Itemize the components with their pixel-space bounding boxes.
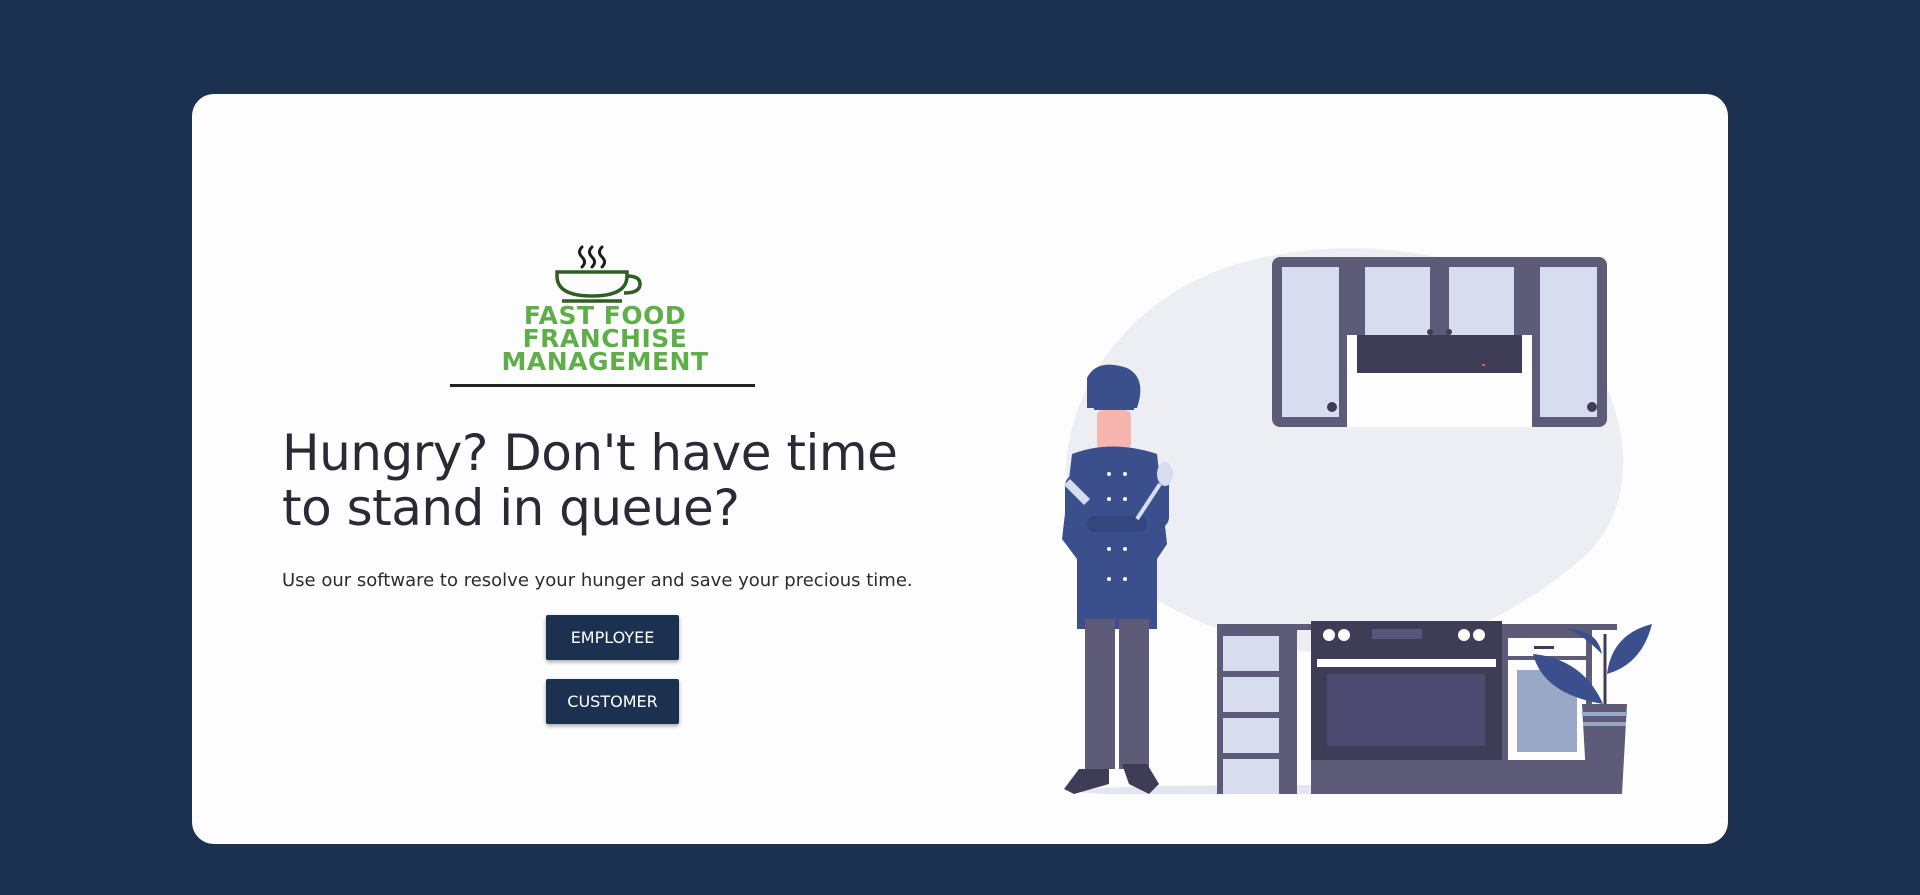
hero-headline: Hungry? Don't have time to stand in queu… bbox=[282, 424, 898, 537]
landing-card: FAST FOOD FRANCHISE MANAGEMENT Hungry? D… bbox=[192, 94, 1728, 844]
steaming-cup-icon bbox=[555, 245, 642, 303]
chef-kitchen-illustration bbox=[1062, 248, 1652, 794]
logo-underline bbox=[450, 384, 755, 387]
employee-button[interactable]: EMPLOYEE bbox=[546, 615, 679, 660]
brand-logo-text: FAST FOOD FRANCHISE MANAGEMENT bbox=[450, 303, 760, 376]
brand-logo: FAST FOOD FRANCHISE MANAGEMENT bbox=[450, 242, 760, 392]
customer-button[interactable]: CUSTOMER bbox=[546, 679, 679, 724]
hero-subtext: Use our software to resolve your hunger … bbox=[282, 570, 913, 591]
logo-line-3: MANAGEMENT bbox=[501, 347, 709, 376]
stove bbox=[1311, 621, 1502, 794]
upper-cabinets bbox=[1272, 257, 1607, 427]
